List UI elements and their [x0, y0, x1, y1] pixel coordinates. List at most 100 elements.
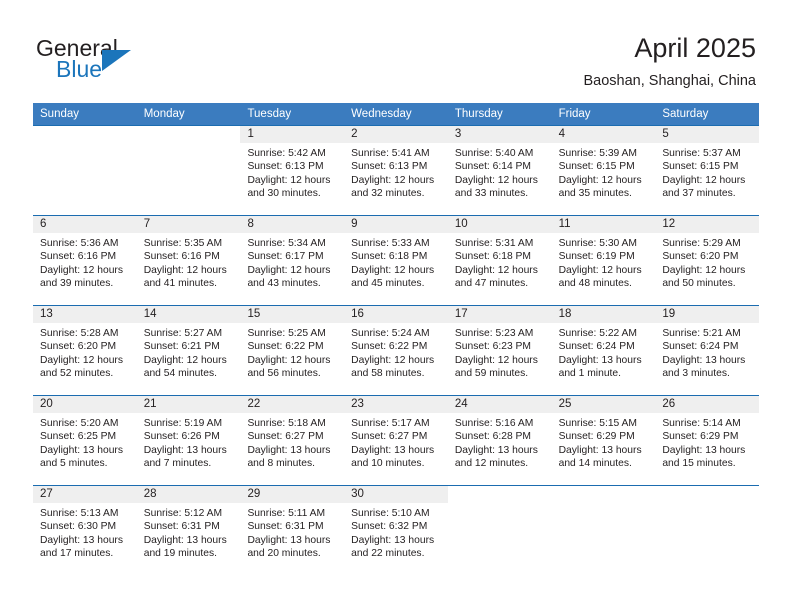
day-details: Sunrise: 5:12 AM Sunset: 6:31 PM Daylight:… [137, 503, 241, 561]
day-number-band: 18 [551, 306, 656, 323]
weekday-header-sunday: Sunday [40, 108, 80, 120]
sunset-text: Sunset: 6:18 PM [454, 251, 532, 263]
daylight-text: Daylight: 13 hours and 1 minute. [558, 354, 642, 380]
calendar-day-cell[interactable]: 2 Sunrise: 5:41 AM Sunset: 6:13 PM Daylight… [344, 126, 448, 215]
daylight-text: Daylight: 12 hours and 52 minutes. [40, 354, 123, 380]
daylight-text: Daylight: 12 hours and 41 minutes. [143, 264, 227, 290]
day-number: 18 [558, 308, 572, 320]
weekday-header-row: Sunday Monday Tuesday Wednesday Thursday Frid… [33, 103, 759, 125]
daylight-text: Daylight: 12 hours and 45 minutes. [351, 264, 435, 290]
title-block: April 2025 Baoshan, Shanghai, China [583, 32, 756, 92]
daylight-text: Daylight: 13 hours and 22 minutes. [351, 534, 435, 560]
day-number: 7 [143, 218, 151, 230]
calendar-day-cell[interactable]: 6 Sunrise: 5:36 AM Sunset: 6:16 PM Daylight… [33, 216, 137, 305]
calendar-day-cell[interactable]: 10 Sunrise: 5:31 AM Sunset: 6:18 PM Dayligh… [447, 216, 552, 305]
calendar-day-cell[interactable]: 26 Sunrise: 5:14 AM Sunset: 6:29 PM Dayligh… [655, 396, 760, 485]
sunrise-text: Sunrise: 5:37 AM [662, 148, 741, 159]
day-number-band: 11 [551, 216, 656, 233]
daylight-text: Daylight: 12 hours and 35 minutes. [558, 174, 642, 200]
day-details: Sunrise: 5:22 AM Sunset: 6:24 PM Daylight:… [552, 323, 656, 381]
day-details: Sunrise: 5:34 AM Sunset: 6:17 PM Daylight:… [240, 233, 344, 291]
day-details: Sunrise: 5:13 AM Sunset: 6:30 PM Daylight:… [33, 503, 137, 561]
calendar-day-empty [33, 126, 137, 215]
daylight-text: Daylight: 13 hours and 10 minutes. [351, 444, 435, 470]
calendar-day-cell[interactable]: 9 Sunrise: 5:33 AM Sunset: 6:18 PM Daylight… [344, 216, 448, 305]
sunrise-text: Sunrise: 5:24 AM [351, 328, 430, 339]
calendar-day-cell[interactable]: 16 Sunrise: 5:24 AM Sunset: 6:22 PM Dayligh… [344, 306, 448, 395]
calendar-day-cell[interactable]: 12 Sunrise: 5:29 AM Sunset: 6:20 PM Dayligh… [655, 216, 760, 305]
day-number-band: 10 [447, 216, 552, 233]
day-number: 19 [662, 308, 676, 320]
calendar-day-cell[interactable]: 23 Sunrise: 5:17 AM Sunset: 6:27 PM Dayligh… [344, 396, 448, 485]
calendar-day-cell[interactable]: 3 Sunrise: 5:40 AM Sunset: 6:14 PM Daylight… [447, 126, 552, 215]
calendar-day-cell[interactable]: 7 Sunrise: 5:35 AM Sunset: 6:16 PM Daylight… [136, 216, 241, 305]
day-number-band: 4 [551, 126, 656, 143]
day-details: Sunrise: 5:24 AM Sunset: 6:22 PM Daylight:… [344, 323, 448, 381]
brand-logo[interactable]: General Blue [36, 36, 236, 86]
calendar-day-cell[interactable]: 13 Sunrise: 5:28 AM Sunset: 6:20 PM Dayligh… [33, 306, 137, 395]
calendar-day-cell[interactable]: 19 Sunrise: 5:21 AM Sunset: 6:24 PM Dayligh… [655, 306, 760, 395]
sunset-text: Sunset: 6:32 PM [351, 521, 428, 533]
daylight-text: Daylight: 13 hours and 20 minutes. [247, 534, 331, 560]
calendar-day-cell[interactable]: 8 Sunrise: 5:34 AM Sunset: 6:17 PM Daylight… [240, 216, 345, 305]
sunset-text: Sunset: 6:20 PM [40, 341, 117, 353]
sunrise-text: Sunrise: 5:29 AM [662, 238, 741, 249]
day-number: 11 [558, 218, 571, 230]
day-number-band: 13 [33, 306, 137, 323]
daylight-text: Daylight: 13 hours and 17 minutes. [40, 534, 123, 560]
sunset-text: Sunset: 6:16 PM [143, 251, 220, 263]
day-number: 3 [454, 128, 462, 140]
sunset-text: Sunset: 6:29 PM [558, 431, 635, 443]
sunset-text: Sunset: 6:24 PM [558, 341, 635, 353]
daylight-text: Daylight: 12 hours and 48 minutes. [558, 264, 642, 290]
calendar-day-cell[interactable]: 1 Sunrise: 5:42 AM Sunset: 6:13 PM Daylight… [240, 126, 345, 215]
daylight-text: Daylight: 13 hours and 12 minutes. [454, 444, 538, 470]
day-number: 8 [247, 218, 254, 230]
daylight-text: Daylight: 12 hours and 54 minutes. [143, 354, 227, 380]
calendar-day-cell[interactable]: 4 Sunrise: 5:39 AM Sunset: 6:15 PM Daylight… [551, 126, 656, 215]
day-number-band: 21 [136, 396, 241, 413]
calendar-day-cell[interactable]: 14 Sunrise: 5:27 AM Sunset: 6:21 PM Dayligh… [136, 306, 241, 395]
calendar-day-empty [655, 486, 760, 575]
calendar-day-cell[interactable]: 15 Sunrise: 5:25 AM Sunset: 6:22 PM Dayligh… [240, 306, 345, 395]
daylight-text: Daylight: 12 hours and 30 minutes. [247, 174, 331, 200]
sunset-text: Sunset: 6:18 PM [351, 251, 428, 263]
day-number: 12 [662, 218, 676, 230]
calendar-day-empty [447, 486, 552, 575]
sunrise-text: Sunrise: 5:15 AM [558, 418, 638, 429]
daylight-text: Daylight: 12 hours and 32 minutes. [351, 174, 435, 200]
sunrise-text: Sunrise: 5:17 AM [351, 418, 430, 429]
calendar-day-cell[interactable]: 5 Sunrise: 5:37 AM Sunset: 6:15 PM Daylight… [655, 126, 760, 215]
day-details: Sunrise: 5:16 AM Sunset: 6:28 PM Daylight:… [448, 413, 552, 471]
calendar-day-cell[interactable]: 25 Sunrise: 5:15 AM Sunset: 6:29 PM Dayligh… [551, 396, 656, 485]
calendar-day-cell[interactable]: 11 Sunrise: 5:30 AM Sunset: 6:19 PM Dayligh… [551, 216, 656, 305]
day-details: Sunrise: 5:33 AM Sunset: 6:18 PM Daylight:… [344, 233, 448, 291]
calendar-day-cell[interactable]: 27 Sunrise: 5:13 AM Sunset: 6:30 PM Dayligh… [33, 486, 137, 575]
day-number-band: 6 [33, 216, 137, 233]
daylight-text: Daylight: 12 hours and 33 minutes. [454, 174, 538, 200]
sunset-text: Sunset: 6:14 PM [454, 161, 532, 173]
day-number: 6 [40, 218, 47, 230]
sunrise-text: Sunrise: 5:39 AM [558, 148, 638, 159]
day-number-band: 2 [344, 126, 448, 143]
calendar-day-cell[interactable]: 18 Sunrise: 5:22 AM Sunset: 6:24 PM Dayligh… [551, 306, 656, 395]
daylight-text: Daylight: 13 hours and 3 minutes. [662, 354, 746, 380]
day-number: 9 [351, 218, 358, 230]
sunset-text: Sunset: 6:13 PM [247, 161, 324, 173]
sunrise-text: Sunrise: 5:21 AM [662, 328, 741, 339]
calendar-day-cell[interactable]: 28 Sunrise: 5:12 AM Sunset: 6:31 PM Dayligh… [136, 486, 241, 575]
calendar-day-cell[interactable]: 29 Sunrise: 5:11 AM Sunset: 6:31 PM Dayligh… [240, 486, 345, 575]
day-number-band: 8 [240, 216, 345, 233]
day-details: Sunrise: 5:15 AM Sunset: 6:29 PM Daylight:… [552, 413, 656, 471]
calendar-day-cell[interactable]: 24 Sunrise: 5:16 AM Sunset: 6:28 PM Dayligh… [447, 396, 552, 485]
sunrise-text: Sunrise: 5:42 AM [247, 148, 326, 159]
calendar-day-cell[interactable]: 21 Sunrise: 5:19 AM Sunset: 6:26 PM Dayligh… [136, 396, 241, 485]
calendar-day-cell[interactable]: 30 Sunrise: 5:10 AM Sunset: 6:32 PM Dayligh… [344, 486, 448, 575]
calendar-day-cell[interactable]: 22 Sunrise: 5:18 AM Sunset: 6:27 PM Dayligh… [240, 396, 345, 485]
day-number: 27 [40, 488, 53, 500]
weekday-header-friday: Friday [558, 108, 591, 120]
calendar-day-cell[interactable]: 20 Sunrise: 5:20 AM Sunset: 6:25 PM Dayligh… [33, 396, 137, 485]
calendar-day-cell[interactable]: 17 Sunrise: 5:23 AM Sunset: 6:23 PM Dayligh… [447, 306, 552, 395]
sunset-text: Sunset: 6:28 PM [454, 431, 532, 443]
sunrise-text: Sunrise: 5:25 AM [247, 328, 326, 339]
